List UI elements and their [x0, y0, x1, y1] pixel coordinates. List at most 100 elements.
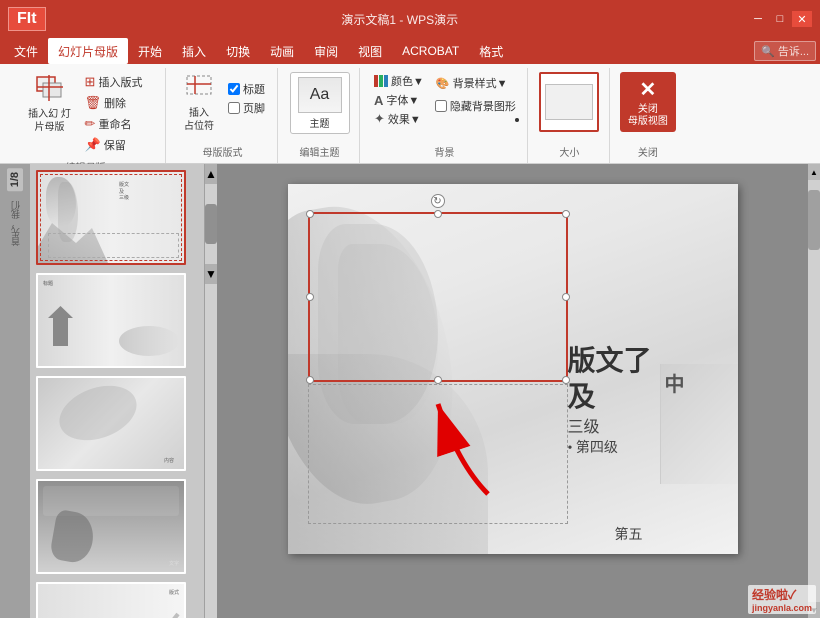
theme-button[interactable]: Aa 主题	[290, 72, 350, 134]
menu-review[interactable]: 审阅	[304, 38, 348, 64]
menu-format[interactable]: 格式	[469, 38, 513, 64]
background-label: 背景	[370, 142, 519, 159]
thumb5-text: 版式	[169, 589, 179, 596]
menu-insert[interactable]: 插入	[172, 38, 216, 64]
menu-transition[interactable]: 切换	[216, 38, 260, 64]
slide-thumbnail-2[interactable]: 标题	[36, 273, 186, 368]
effects-button[interactable]: ✦ 效果▼	[370, 110, 428, 128]
insert-placeholder-label: 插入占位符	[184, 107, 214, 133]
close-content: ✕ 关闭母版视图	[620, 68, 676, 142]
search-box[interactable]: 🔍 告诉...	[754, 41, 816, 61]
menu-view[interactable]: 视图	[348, 38, 392, 64]
menu-slide-master[interactable]: 幻灯片母版	[48, 38, 128, 64]
menu-animation[interactable]: 动画	[260, 38, 304, 64]
close-label: 关闭	[620, 142, 676, 159]
ribbon-group-master-layout: 插入占位符 标题 页脚 母版版式	[168, 68, 278, 163]
ribbon-group-edit-master: 插入幻 灯片母版 ⊞ 插入版式 🗑 删除 ✏ 重命名 📌 保留	[6, 68, 166, 163]
slide-thumb-3[interactable]: 内容	[36, 376, 198, 471]
insert-placeholder-button[interactable]: 插入占位符	[177, 72, 221, 134]
thumb2-text: 标题	[43, 280, 53, 287]
slide-thumbnail-3[interactable]: 内容	[36, 376, 186, 471]
rename-button[interactable]: ✏ 重命名	[80, 114, 148, 134]
scroll-up-button[interactable]: ▲	[205, 164, 217, 184]
ribbon-group-edit-theme: Aa 主题 编辑主题	[280, 68, 360, 163]
edit-theme-label: 编辑主题	[288, 142, 351, 159]
insert-slide-master-label: 插入幻 灯片母版	[26, 108, 74, 134]
edit-master-col: ⊞ 插入版式 🗑 删除 ✏ 重命名 📌 保留	[80, 72, 148, 155]
theme-label: 主题	[310, 115, 330, 130]
effects-icon: ✦	[374, 111, 385, 127]
footer-check[interactable]: 页脚	[225, 99, 268, 117]
menu-start[interactable]: 开始	[128, 38, 172, 64]
canvas-with-scrollbar: ↻	[217, 164, 820, 618]
ribbon-group-background: 颜色▼ A 字体▼ ✦ 效果▼ 🎨 背景样式▼ 隐藏背景图形	[362, 68, 528, 163]
thumb3-bg: 内容	[38, 378, 184, 469]
preserve-button[interactable]: 📌 保留	[80, 135, 148, 155]
title-check[interactable]: 标题	[225, 80, 268, 98]
thumb2-mist	[119, 326, 179, 356]
slide-thumb-4[interactable]: 文字	[36, 479, 198, 574]
thumb4-text: 文字	[169, 560, 179, 567]
close-master-view-button[interactable]: ✕ 关闭母版视图	[620, 72, 676, 132]
slide-panel[interactable]: 1 版文及三级	[30, 164, 205, 618]
edit-master-content: 插入幻 灯片母版 ⊞ 插入版式 🗑 删除 ✏ 重命名 📌 保留	[24, 68, 148, 157]
slide-size-preview	[545, 84, 593, 120]
hide-bg-check[interactable]: 隐藏背景图形	[432, 97, 519, 115]
canvas-scroll-thumb[interactable]	[808, 190, 820, 250]
master-layout-checks: 标题 页脚	[225, 72, 268, 117]
fonts-button[interactable]: A 字体▼	[370, 91, 428, 109]
menu-file[interactable]: 文件	[4, 38, 48, 64]
text-line-5: 第五	[615, 524, 643, 544]
background-right-col: 🎨 背景样式▼ 隐藏背景图形	[432, 72, 519, 122]
theme-preview: Aa	[298, 77, 342, 113]
canvas-scrollbar[interactable]: ▲ ▼	[808, 164, 820, 618]
canvas-scroll-track	[808, 180, 820, 602]
right-img-text: 中	[661, 364, 738, 401]
ribbon-group-size: 大小	[530, 68, 610, 163]
menu-acrobat[interactable]: ACROBAT	[392, 38, 469, 64]
app-logo: FIt	[8, 7, 46, 31]
scroll-down-button[interactable]: ▼	[205, 264, 217, 284]
insert-layout-button[interactable]: ⊞ 插入版式	[80, 72, 148, 92]
thumb2-bg: 标题	[38, 275, 184, 366]
window-controls: ─ □ ✕	[748, 11, 812, 27]
watermark-subtext: jingyanla.com	[752, 603, 812, 613]
slide-count-indicator: 1/8	[7, 168, 23, 191]
right-image-area: 中	[660, 364, 738, 484]
side-label: 首先，我们	[9, 201, 22, 246]
panel-scrollbar[interactable]: ▲ ▼	[205, 164, 217, 618]
slide-thumbnail-4[interactable]: 文字	[36, 479, 186, 574]
minimize-button[interactable]: ─	[748, 11, 768, 27]
insert-layout-icon: ⊞	[85, 74, 96, 90]
insert-slide-master-button[interactable]: 插入幻 灯片母版	[24, 72, 76, 134]
watermark: 经验啦✓ jingyanla.com	[748, 585, 816, 614]
dialog-launcher[interactable]	[515, 118, 519, 122]
master-layout-content: 插入占位符 标题 页脚	[177, 68, 268, 142]
slide-thumb-1[interactable]: 1 版文及三级	[36, 170, 198, 265]
close-master-icon: ✕	[640, 77, 657, 102]
slide-size-button[interactable]	[539, 72, 599, 132]
thumb4-ink	[49, 509, 97, 565]
ribbon: 插入幻 灯片母版 ⊞ 插入版式 🗑 删除 ✏ 重命名 📌 保留	[0, 64, 820, 164]
slide-thumb-5[interactable]: 版式	[36, 582, 198, 618]
slide-thumbnail-5[interactable]: 版式	[36, 582, 186, 618]
bg-style-label: 背景样式▼	[453, 75, 508, 91]
thumb4-bg: 文字	[38, 481, 184, 572]
main-area: 1/8 首先，我们 1 版文及三级	[0, 164, 820, 618]
slide-canvas[interactable]: ↻	[288, 184, 738, 554]
delete-button[interactable]: 🗑 删除	[80, 93, 148, 113]
size-label: 大小	[538, 142, 601, 159]
scroll-thumb[interactable]	[205, 204, 217, 244]
delete-icon: 🗑	[85, 95, 102, 111]
close-button[interactable]: ✕	[792, 11, 812, 27]
maximize-button[interactable]: □	[770, 11, 790, 27]
slide-thumbnail-1[interactable]: 版文及三级	[36, 170, 186, 265]
colors-button[interactable]: 颜色▼	[370, 72, 428, 90]
watermark-text: 经验啦✓	[752, 586, 812, 603]
thumb5-bg: 版式	[38, 584, 184, 618]
canvas-area: ↻	[217, 164, 820, 618]
background-style-button[interactable]: 🎨 背景样式▼	[432, 74, 519, 92]
slide-thumb-2[interactable]: 标题	[36, 273, 198, 368]
canvas-scroll-up[interactable]: ▲	[808, 164, 820, 180]
rename-icon: ✏	[85, 116, 96, 132]
